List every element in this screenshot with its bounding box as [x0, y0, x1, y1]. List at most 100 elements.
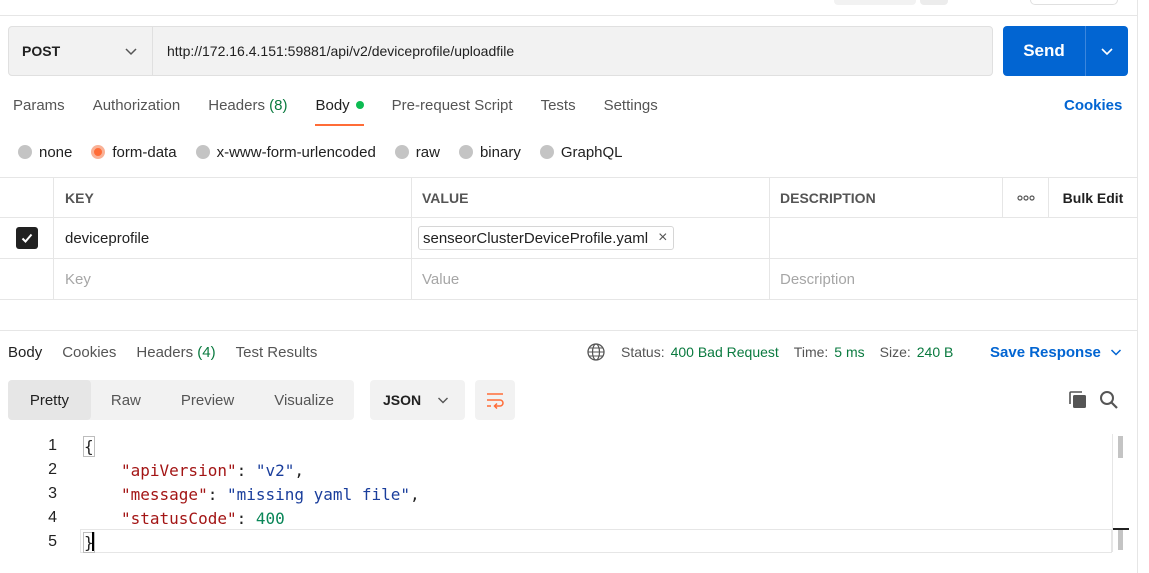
send-options-button[interactable] [1086, 26, 1128, 76]
tab-label: Params [13, 97, 65, 114]
send-button-group: Send [1003, 26, 1128, 76]
description-input[interactable]: Description [770, 259, 1095, 299]
json-comma: , [410, 484, 420, 504]
radio-circle-icon [195, 145, 210, 159]
url-input[interactable]: http://172.16.4.151:59881/api/v2/devicep… [153, 27, 992, 75]
radio-selected-icon [91, 145, 106, 159]
json-sep: : [207, 484, 227, 504]
request-tabs: Params Authorization Headers (8) Body Pr… [13, 96, 686, 126]
view-pretty[interactable]: Pretty [8, 380, 91, 420]
tab-headers[interactable]: Headers (8) [208, 96, 287, 126]
view-visualize[interactable]: Visualize [254, 380, 354, 420]
view-preview[interactable]: Preview [161, 380, 254, 420]
tab-body[interactable]: Body [315, 96, 364, 126]
table-row: Key Value Description [0, 259, 1137, 300]
globe-icon[interactable] [586, 342, 606, 362]
editor-scrollbar[interactable] [1112, 434, 1129, 552]
radio-label: binary [479, 143, 521, 161]
bulk-edit-button[interactable]: Bulk Edit [1049, 178, 1137, 217]
save-response-label: Save Response [990, 343, 1101, 361]
tab-authorization[interactable]: Authorization [93, 96, 181, 126]
radio-form-data[interactable]: form-data [91, 144, 177, 161]
radio-label: none [39, 143, 73, 161]
code-text: "statusCode": 400 [121, 509, 285, 528]
body-type-radios: none form-data x-www-form-urlencoded raw… [18, 142, 642, 162]
description-placeholder: Description [780, 270, 856, 288]
json-key: "apiVersion" [121, 460, 237, 480]
radio-x-www-form-urlencoded[interactable]: x-www-form-urlencoded [195, 143, 376, 161]
code-text: "apiVersion": "v2", [121, 461, 304, 480]
close-icon[interactable]: × [658, 229, 667, 247]
table-row: deviceprofile senseorClusterDeviceProfil… [0, 218, 1137, 259]
description-cell[interactable] [770, 218, 1095, 258]
radio-none[interactable]: none [18, 144, 72, 161]
response-tab-body[interactable]: Body [8, 344, 42, 361]
status-dot-icon [355, 101, 364, 109]
chevron-down-icon [125, 48, 137, 56]
table-header-row: KEY VALUE DESCRIPTION Bulk Edit [0, 177, 1137, 218]
tab-label: Authorization [92, 97, 181, 114]
size-value[interactable]: 240 B [917, 344, 954, 360]
key-placeholder: Key [65, 270, 91, 288]
more-options-button[interactable] [1003, 178, 1049, 217]
send-button[interactable]: Send [1003, 26, 1086, 76]
response-tab-headers[interactable]: Headers (4) [136, 344, 215, 361]
brace: { [83, 435, 95, 457]
radio-binary[interactable]: binary [458, 143, 521, 161]
size-label: Size: [879, 344, 911, 360]
radio-raw[interactable]: raw [394, 143, 440, 161]
top-strip [0, 0, 1137, 16]
scrollbar-thumb[interactable] [1118, 530, 1123, 550]
cookies-link[interactable]: Cookies [1064, 96, 1122, 116]
radio-label: raw [415, 143, 440, 161]
radio-graphql[interactable]: GraphQL [539, 144, 623, 161]
value-cell[interactable]: senseorClusterDeviceProfile.yaml × [412, 218, 770, 258]
value-input[interactable]: Value [412, 259, 770, 299]
json-value: "missing yaml file" [226, 484, 410, 504]
status-value[interactable]: 400 Bad Request [671, 344, 779, 360]
tab-settings[interactable]: Settings [604, 96, 658, 126]
method-select[interactable]: POST [9, 27, 153, 75]
response-tab-test-results[interactable]: Test Results [236, 344, 318, 361]
copy-icon[interactable] [1067, 389, 1089, 411]
time-value[interactable]: 5 ms [834, 344, 864, 360]
scrollbar-thumb[interactable] [1118, 436, 1123, 458]
row-spacer [0, 259, 54, 299]
search-icon[interactable] [1098, 389, 1120, 411]
tab-count: (8) [269, 97, 288, 114]
tab-pre-request-script[interactable]: Pre-request Script [392, 96, 513, 126]
status-label: Status: [621, 344, 665, 360]
more-icon [1016, 194, 1035, 201]
format-select[interactable]: JSON [370, 380, 465, 420]
response-tab-cookies[interactable]: Cookies [62, 344, 116, 361]
json-sep: : [236, 460, 256, 480]
response-tabs: Body Cookies Headers (4) Test Results [8, 342, 337, 362]
wrap-lines-button[interactable] [475, 380, 515, 420]
line-number: 5 [48, 533, 57, 550]
key-cell[interactable]: deviceprofile [54, 218, 412, 258]
save-response-button[interactable]: Save Response [990, 342, 1122, 362]
tab-params[interactable]: Params [13, 96, 65, 126]
response-divider[interactable] [0, 330, 1137, 331]
line-number: 1 [48, 437, 57, 454]
view-raw[interactable]: Raw [91, 380, 161, 420]
top-control-ghost [834, 0, 916, 5]
key-input[interactable]: Key [54, 259, 412, 299]
code-line: 5 } [0, 530, 1112, 554]
row-checkbox[interactable] [0, 218, 54, 258]
header-value: VALUE [412, 178, 770, 217]
value-placeholder: Value [422, 270, 460, 288]
radio-circle-icon [394, 145, 409, 159]
header-description: DESCRIPTION [770, 178, 1003, 217]
code-line: 1 { [0, 434, 1112, 458]
view-mode-segmented: Pretty Raw Preview Visualize [8, 380, 354, 420]
checkbox-checked-icon [15, 227, 38, 249]
response-body-editor[interactable]: 1 { 2 "apiVersion": "v2", 3 "message": "… [0, 434, 1130, 573]
request-url-bar: POST http://172.16.4.151:59881/api/v2/de… [8, 26, 993, 76]
code-text: "message": "missing yaml file", [121, 485, 420, 504]
code-line: 3 "message": "missing yaml file", [0, 482, 1112, 506]
radio-label: x-www-form-urlencoded [216, 143, 376, 161]
json-key: "message" [121, 484, 208, 504]
tab-tests[interactable]: Tests [541, 96, 576, 126]
tab-count: (4) [197, 343, 216, 361]
